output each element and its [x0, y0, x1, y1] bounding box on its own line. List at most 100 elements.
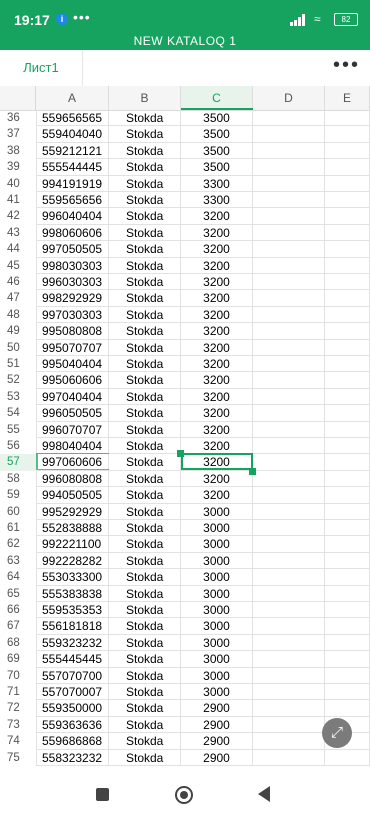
- cell-d[interactable]: [253, 602, 325, 619]
- cell-a[interactable]: 558323232: [36, 749, 109, 766]
- cell-c[interactable]: 3500: [181, 159, 253, 176]
- cell-c[interactable]: 3200: [181, 339, 253, 356]
- cell-a[interactable]: 559686868: [36, 733, 109, 750]
- row-header[interactable]: 49: [0, 323, 36, 339]
- row-header[interactable]: 55: [0, 422, 36, 438]
- cell-a[interactable]: 996040404: [36, 208, 109, 225]
- cell-c[interactable]: 3200: [181, 372, 253, 389]
- cell-e[interactable]: [325, 208, 370, 225]
- cell-a[interactable]: 559350000: [36, 700, 109, 717]
- cell-a[interactable]: 559535353: [36, 602, 109, 619]
- cell-d[interactable]: [253, 651, 325, 668]
- cell-c[interactable]: 3000: [181, 634, 253, 652]
- cell-c[interactable]: 3200: [181, 241, 253, 258]
- row-header[interactable]: 62: [0, 536, 36, 552]
- cell-a[interactable]: 559565656: [36, 192, 109, 209]
- row-header[interactable]: 75: [0, 750, 36, 766]
- cell-e[interactable]: [325, 536, 370, 553]
- row-header[interactable]: 54: [0, 405, 36, 421]
- cell-a[interactable]: 992228282: [36, 552, 109, 570]
- cell-d[interactable]: [253, 569, 325, 586]
- cell-c[interactable]: 2900: [181, 700, 253, 717]
- cell-a[interactable]: 559323232: [36, 634, 109, 652]
- cell-b[interactable]: Stokda: [109, 421, 181, 438]
- cell-e[interactable]: [325, 421, 370, 438]
- cell-a[interactable]: 995292929: [36, 503, 109, 520]
- cell-e[interactable]: [325, 126, 370, 143]
- cell-d[interactable]: [253, 323, 325, 340]
- cell-e[interactable]: [325, 667, 370, 684]
- selection-handle-start[interactable]: [177, 450, 184, 458]
- cell-e[interactable]: [325, 224, 370, 242]
- row-header[interactable]: 57: [0, 454, 36, 471]
- cell-e[interactable]: [325, 684, 370, 701]
- row-header[interactable]: 58: [0, 471, 36, 487]
- cell-e[interactable]: [325, 503, 370, 520]
- row-header[interactable]: 42: [0, 208, 36, 224]
- row-header[interactable]: 37: [0, 126, 36, 142]
- cell-a[interactable]: 995070707: [36, 339, 109, 356]
- cell-a[interactable]: 559212121: [36, 142, 109, 160]
- cell-b[interactable]: Stokda: [109, 372, 181, 389]
- cell-d[interactable]: [253, 110, 325, 127]
- cell-d[interactable]: [253, 634, 325, 652]
- cell-d[interactable]: [253, 520, 325, 537]
- cell-c[interactable]: 2900: [181, 749, 253, 766]
- row-header[interactable]: 56: [0, 438, 36, 454]
- cell-a[interactable]: 997030303: [36, 306, 109, 324]
- cell-d[interactable]: [253, 421, 325, 438]
- cell-b[interactable]: Stokda: [109, 323, 181, 340]
- row-header[interactable]: 59: [0, 487, 36, 503]
- cell-e[interactable]: [325, 454, 370, 471]
- cell-e[interactable]: [325, 520, 370, 537]
- cell-e[interactable]: [325, 569, 370, 586]
- cell-d[interactable]: [253, 487, 325, 504]
- cell-a[interactable]: 555445445: [36, 651, 109, 668]
- cell-b[interactable]: Stokda: [109, 224, 181, 242]
- cell-d[interactable]: [253, 618, 325, 635]
- cell-e[interactable]: [325, 618, 370, 635]
- cell-c[interactable]: 3300: [181, 175, 253, 192]
- cell-d[interactable]: [253, 585, 325, 602]
- cell-e[interactable]: [325, 241, 370, 258]
- cell-d[interactable]: [253, 126, 325, 143]
- cell-e[interactable]: [325, 749, 370, 766]
- cell-e[interactable]: [325, 339, 370, 356]
- cell-d[interactable]: [253, 405, 325, 422]
- cell-e[interactable]: [325, 274, 370, 291]
- row-header[interactable]: 51: [0, 356, 36, 372]
- row-header[interactable]: 64: [0, 569, 36, 585]
- cell-a[interactable]: 997050505: [36, 241, 109, 258]
- select-all-corner[interactable]: [0, 86, 36, 110]
- cell-e[interactable]: [325, 372, 370, 389]
- cell-b[interactable]: Stokda: [109, 241, 181, 258]
- cell-c[interactable]: 3200: [181, 290, 253, 307]
- row-header[interactable]: 67: [0, 618, 36, 634]
- row-header[interactable]: 45: [0, 258, 36, 274]
- selection-handle-end[interactable]: [249, 467, 256, 475]
- cell-b[interactable]: Stokda: [109, 110, 181, 127]
- cell-a[interactable]: 552838888: [36, 520, 109, 537]
- back-icon[interactable]: [258, 786, 270, 802]
- column-header-e[interactable]: E: [325, 86, 370, 110]
- cell-d[interactable]: [253, 208, 325, 225]
- cell-b[interactable]: Stokda: [109, 634, 181, 652]
- cell-c[interactable]: 3000: [181, 585, 253, 602]
- cell-d[interactable]: [253, 339, 325, 356]
- cell-b[interactable]: Stokda: [109, 454, 181, 471]
- row-header[interactable]: 44: [0, 241, 36, 257]
- cell-a[interactable]: 996080808: [36, 470, 109, 488]
- row-header[interactable]: 66: [0, 602, 36, 618]
- row-header[interactable]: 43: [0, 225, 36, 241]
- row-header[interactable]: 70: [0, 668, 36, 684]
- cell-c[interactable]: 3200: [181, 306, 253, 324]
- column-header-b[interactable]: B: [109, 86, 181, 110]
- cell-d[interactable]: [253, 667, 325, 684]
- cell-c[interactable]: 3200: [181, 405, 253, 422]
- cell-b[interactable]: Stokda: [109, 306, 181, 324]
- cell-c[interactable]: 3200: [181, 274, 253, 291]
- cell-e[interactable]: [325, 470, 370, 488]
- cell-a[interactable]: 998292929: [36, 290, 109, 307]
- cell-e[interactable]: [325, 700, 370, 717]
- sheet-tab[interactable]: Лист1: [0, 50, 83, 86]
